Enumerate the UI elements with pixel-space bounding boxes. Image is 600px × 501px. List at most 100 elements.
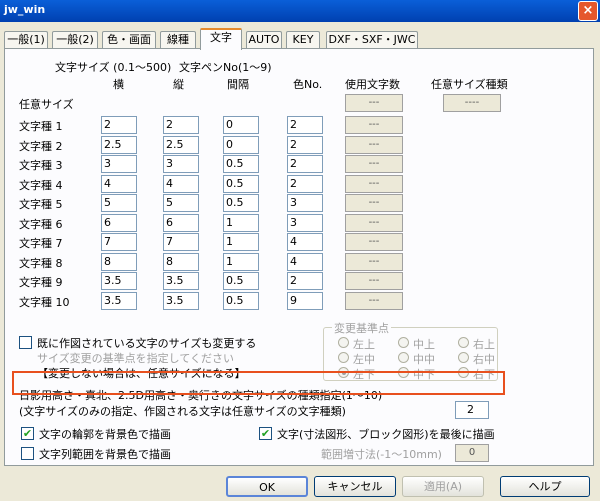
color-input[interactable]: 2: [287, 116, 323, 134]
used-chars-field: ---: [345, 233, 403, 251]
width-input[interactable]: 4: [101, 174, 137, 193]
used-chars-field: ---: [345, 213, 403, 232]
spacing-input[interactable]: 1: [223, 213, 259, 232]
spacing-input[interactable]: 0.5: [223, 194, 259, 212]
height-input[interactable]: 2: [163, 116, 199, 134]
text-type-label: 文字種 5: [19, 198, 63, 211]
ok-button[interactable]: OK: [226, 476, 308, 497]
pen-range-header: 文字ペンNo(1～9): [179, 61, 272, 74]
anchor-radio[interactable]: [458, 352, 469, 363]
width-input[interactable]: 8: [101, 252, 137, 271]
height-input[interactable]: 6: [163, 213, 199, 232]
anchor-radio[interactable]: [398, 337, 409, 348]
spacing-input[interactable]: 0.5: [223, 155, 259, 173]
text-settings-panel: 文字サイズ (0.1～500) 文字ペンNo(1～9) 横 縦 間隔 色No. …: [4, 48, 594, 466]
draw-last-label: 文字(寸法図形、ブロック図形)を最後に描画: [277, 428, 495, 441]
help-button[interactable]: ヘルプ: [500, 476, 590, 497]
text-type-label: 文字種 3: [19, 159, 63, 172]
change-existing-hint: サイズ変更の基準点を指定してください: [37, 352, 235, 365]
anchor-label: 中中: [413, 353, 435, 366]
used-chars-field: ---: [345, 272, 403, 290]
color-input[interactable]: 2: [287, 272, 323, 290]
tab-general-1[interactable]: 一般(1): [4, 31, 48, 49]
color-input[interactable]: 2: [287, 135, 323, 154]
tab-auto[interactable]: AUTO: [246, 31, 282, 49]
height-input[interactable]: 8: [163, 252, 199, 271]
height-input[interactable]: 3.5: [163, 272, 199, 290]
spacing-input[interactable]: 0: [223, 135, 259, 154]
height-input[interactable]: 2.5: [163, 135, 199, 154]
color-input[interactable]: 4: [287, 252, 323, 271]
used-chars-field: ---: [345, 135, 403, 154]
range-bg-checkbox[interactable]: [21, 447, 34, 460]
tab-line-type[interactable]: 線種: [160, 31, 196, 49]
draw-last-checkbox[interactable]: ✔: [259, 427, 272, 440]
spacing-input[interactable]: 1: [223, 233, 259, 251]
height-input[interactable]: 5: [163, 194, 199, 212]
change-existing-checkbox[interactable]: [19, 336, 32, 349]
spacing-input[interactable]: 0: [223, 116, 259, 134]
window-title: jw_win: [4, 3, 46, 16]
color-input[interactable]: 4: [287, 233, 323, 251]
width-input[interactable]: 7: [101, 233, 137, 251]
width-input[interactable]: 2: [101, 116, 137, 134]
outline-bg-checkbox[interactable]: ✔: [21, 427, 34, 440]
width-input[interactable]: 2.5: [101, 135, 137, 154]
apply-button[interactable]: 適用(A): [402, 476, 484, 497]
anchor-radio[interactable]: [338, 337, 349, 348]
spacing-input[interactable]: 1: [223, 252, 259, 271]
range-margin-input: 0: [455, 444, 489, 462]
free-size-used: ---: [345, 94, 403, 112]
height-input[interactable]: 4: [163, 174, 199, 193]
close-button[interactable]: ×: [578, 1, 598, 21]
spacing-input[interactable]: 0.5: [223, 174, 259, 193]
tab-text[interactable]: 文字: [200, 28, 242, 50]
anchor-label: 左中: [353, 353, 375, 366]
height-input[interactable]: 3.5: [163, 291, 199, 310]
width-input[interactable]: 3.5: [101, 291, 137, 310]
anchor-label: 中上: [413, 338, 435, 351]
tab-color-screen[interactable]: 色・画面: [102, 31, 156, 49]
color-input[interactable]: 2: [287, 155, 323, 173]
color-input[interactable]: 3: [287, 194, 323, 212]
cancel-button[interactable]: キャンセル: [314, 476, 396, 497]
tab-dxf[interactable]: DXF・SXF・JWC: [326, 31, 418, 49]
text-type-label: 文字種 4: [19, 178, 63, 192]
width-input[interactable]: 3: [101, 155, 137, 173]
spacing-column-header: 間隔: [227, 78, 249, 91]
anchor-radio[interactable]: [458, 337, 469, 348]
tab-key[interactable]: KEY: [286, 31, 320, 49]
anchor-radio[interactable]: [338, 352, 349, 363]
free-size-label: 任意サイズ: [19, 98, 74, 111]
height-input[interactable]: 3: [163, 155, 199, 173]
used-chars-field: ---: [345, 174, 403, 193]
spacing-input[interactable]: 0.5: [223, 272, 259, 290]
used-chars-field: ---: [345, 252, 403, 271]
text-type-label: 文字種 9: [19, 276, 63, 289]
anchor-radio[interactable]: [398, 352, 409, 363]
text-type-label: 文字種 6: [19, 217, 63, 231]
tab-general-2[interactable]: 一般(2): [52, 31, 98, 49]
text-type-label: 文字種 2: [19, 139, 63, 153]
width-column-header: 横: [113, 78, 124, 91]
width-input[interactable]: 3.5: [101, 272, 137, 290]
height-column-header: 縦: [173, 78, 184, 91]
height-input[interactable]: 7: [163, 233, 199, 251]
used-chars-header: 使用文字数: [345, 78, 400, 91]
color-input[interactable]: 2: [287, 174, 323, 193]
size-range-header: 文字サイズ (0.1～500): [55, 61, 172, 74]
anchor-group-title: 変更基準点: [332, 320, 391, 336]
range-bg-label: 文字列範囲を背景色で描画: [39, 448, 171, 461]
free-size-types: ----: [443, 94, 501, 112]
color-column-header: 色No.: [293, 78, 323, 91]
width-input[interactable]: 5: [101, 194, 137, 212]
color-input[interactable]: 3: [287, 213, 323, 232]
used-chars-field: ---: [345, 155, 403, 173]
shadow-text-line2: (文字サイズのみの指定、作図される文字は任意サイズの文字種類): [19, 405, 346, 418]
used-chars-field: ---: [345, 194, 403, 212]
text-type-label: 文字種 1: [19, 120, 63, 133]
spacing-input[interactable]: 0.5: [223, 291, 259, 310]
shadow-text-type-input[interactable]: 2: [455, 401, 489, 419]
color-input[interactable]: 9: [287, 291, 323, 310]
width-input[interactable]: 6: [101, 213, 137, 232]
